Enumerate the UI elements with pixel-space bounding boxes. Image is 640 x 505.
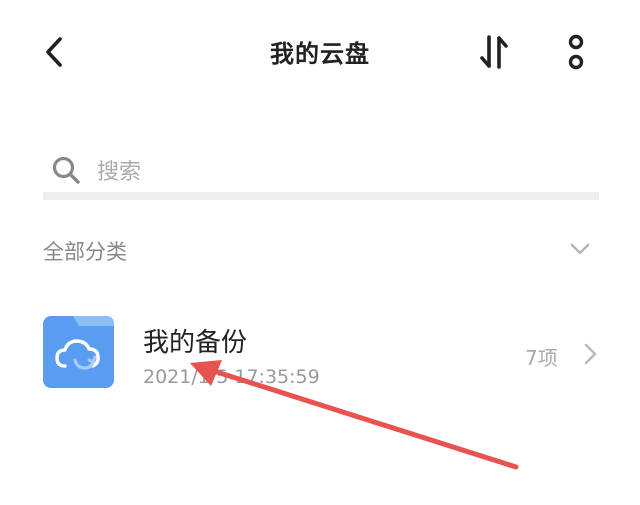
category-label: 全部分类 (43, 240, 127, 264)
more-options-button[interactable] (556, 28, 596, 76)
folder-name: 我的备份 (143, 328, 248, 358)
search-icon (52, 156, 80, 184)
top-bar: 我的云盘 (0, 0, 640, 100)
more-vertical-icon (568, 34, 584, 70)
page-title: 我的云盘 (270, 40, 370, 68)
search-icon-container (49, 153, 83, 187)
folder-modified-time: 2021/1/5 17:35:59 (143, 366, 320, 388)
search-input[interactable]: 搜索 (43, 148, 599, 192)
search-divider (43, 192, 599, 200)
chevron-down-icon (570, 243, 590, 255)
category-filter[interactable]: 全部分类 (43, 224, 599, 274)
chevron-right-icon (584, 343, 597, 365)
cloud-sync-folder-icon (43, 316, 114, 388)
search-placeholder: 搜索 (97, 160, 142, 185)
list-item-folder[interactable]: 我的备份 2021/1/5 17:35:59 7项 (43, 316, 599, 392)
folder-item-count: 7项 (525, 346, 558, 370)
sort-button[interactable] (474, 30, 514, 74)
sort-arrows-icon (480, 35, 508, 69)
